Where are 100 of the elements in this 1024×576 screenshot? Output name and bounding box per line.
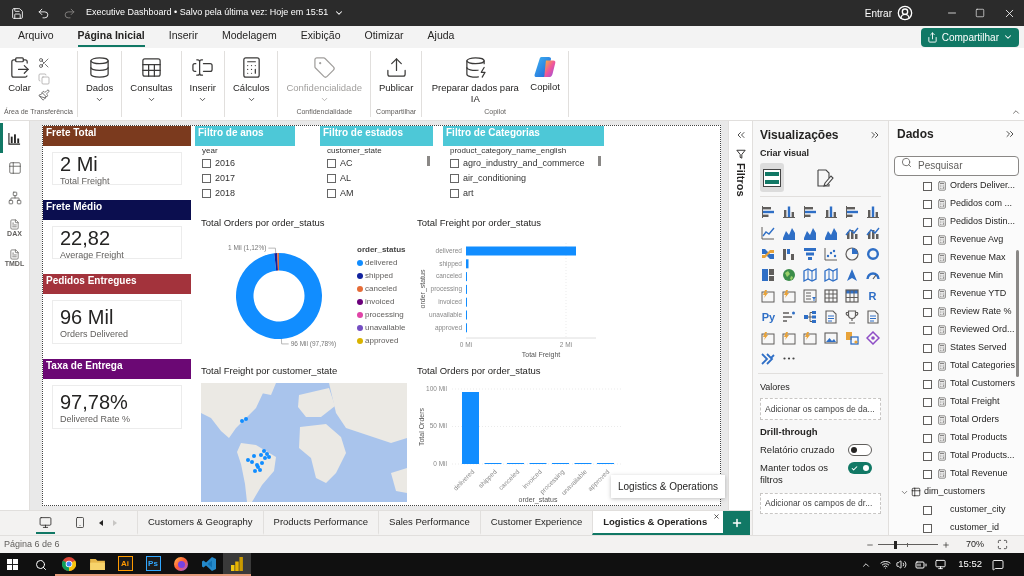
checkbox[interactable]: [923, 433, 932, 443]
column-chart-icon[interactable]: [782, 204, 797, 219]
ribbon-tab[interactable]: Exibição: [300, 27, 341, 47]
ribbon-tab[interactable]: Arquivo: [18, 27, 54, 47]
document-icon[interactable]: [865, 309, 880, 324]
slicer-item-label[interactable]: art: [463, 186, 474, 201]
clock-time[interactable]: 15:52: [958, 557, 982, 572]
checkbox[interactable]: [450, 189, 459, 198]
filters-pane-title[interactable]: Filtros: [732, 163, 749, 197]
column-chart-icon[interactable]: [823, 204, 838, 219]
treemap-icon[interactable]: [761, 267, 776, 282]
checkbox[interactable]: [202, 174, 211, 183]
field-name[interactable]: Total Freight: [950, 395, 1000, 409]
slicer-item-label[interactable]: AL: [340, 171, 351, 186]
more-icon[interactable]: [783, 357, 796, 360]
redo-icon[interactable]: [63, 6, 76, 20]
chevrons-icon[interactable]: [761, 351, 776, 366]
checkbox[interactable]: [923, 181, 932, 191]
hierarchy-icon[interactable]: [803, 309, 818, 324]
list-filter-icon[interactable]: [803, 288, 818, 303]
checkbox[interactable]: [923, 505, 932, 515]
checkbox[interactable]: [923, 469, 932, 479]
slider-thumb[interactable]: [894, 540, 898, 549]
ribbon-command-button[interactable]: Copilot: [526, 56, 564, 92]
scissors-icon[interactable]: [38, 57, 50, 69]
visual-mode-tab[interactable]: [760, 163, 784, 192]
checkbox[interactable]: [923, 523, 932, 533]
script-visual-button[interactable]: R: [868, 288, 877, 303]
globe-icon[interactable]: [782, 267, 797, 282]
search-field[interactable]: Pesquisar: [894, 155, 1019, 176]
field-name[interactable]: customer_id: [950, 521, 1000, 535]
pie-chart-icon[interactable]: [844, 246, 859, 261]
ribbon-command-button[interactable]: Cálculos: [229, 56, 274, 104]
puzzle-tile-icon[interactable]: [844, 330, 859, 345]
column-chart-icon[interactable]: [865, 204, 880, 219]
checkbox[interactable]: [923, 325, 932, 335]
ribbon-command-button[interactable]: Dados: [81, 56, 118, 104]
sign-in-link[interactable]: Entrar: [864, 5, 892, 21]
slicer-item-label[interactable]: air_conditioning: [463, 171, 527, 186]
close-icon[interactable]: [713, 513, 721, 520]
checkbox[interactable]: [450, 174, 459, 183]
scatter-chart-icon[interactable]: [823, 246, 838, 261]
map-icon[interactable]: [823, 267, 838, 282]
table-name[interactable]: dim_customers: [924, 485, 986, 499]
matrix-icon[interactable]: [844, 288, 859, 303]
ribbon-command-button[interactable]: Preparar dados para IA: [426, 56, 525, 104]
checkbox[interactable]: [327, 159, 336, 168]
checkbox[interactable]: [923, 451, 932, 461]
slicer-item-label[interactable]: agro_industry_and_commerce: [463, 156, 585, 171]
toggle-switch[interactable]: [848, 444, 872, 456]
ribbon-command-button[interactable]: Inserir: [185, 56, 220, 104]
taskbar-app-button[interactable]: Ps: [139, 553, 167, 576]
slicer-item-label[interactable]: 2017: [215, 171, 236, 186]
checkbox[interactable]: [923, 217, 932, 227]
ribbon-tab[interactable]: Otimizar: [364, 27, 404, 47]
field-name[interactable]: Revenue Max: [950, 251, 1006, 265]
field-name[interactable]: Pedidos com ...: [950, 197, 1013, 211]
field-name[interactable]: Orders Deliver...: [950, 179, 1016, 193]
monitor-icon[interactable]: [935, 559, 947, 570]
field-name[interactable]: Total Products...: [950, 449, 1015, 463]
checkbox[interactable]: [923, 307, 932, 317]
checkbox[interactable]: [923, 253, 932, 263]
checkbox[interactable]: [923, 379, 932, 389]
field-name[interactable]: Revenue YTD: [950, 287, 1007, 301]
undo-icon[interactable]: [37, 6, 50, 20]
map-icon[interactable]: [803, 267, 818, 282]
field-name[interactable]: Revenue Min: [950, 269, 1004, 283]
chevrons-right-icon[interactable]: [1004, 128, 1016, 140]
bar-chart-icon[interactable]: [761, 204, 776, 219]
checkbox[interactable]: [923, 415, 932, 425]
checkbox[interactable]: [923, 271, 932, 281]
line-chart-icon[interactable]: [761, 225, 776, 240]
caret-icon[interactable]: [334, 8, 345, 18]
checkbox[interactable]: [202, 189, 211, 198]
field-name[interactable]: Revenue Avg: [950, 233, 1004, 247]
slicer-item-label[interactable]: 2018: [215, 186, 236, 201]
influence-bars-icon[interactable]: [782, 309, 797, 324]
bar-chart-icon[interactable]: [803, 204, 818, 219]
windows-logo-icon[interactable]: [7, 559, 18, 570]
search-icon[interactable]: [35, 558, 47, 571]
trophy-icon[interactable]: [844, 309, 859, 324]
combo-chart-icon[interactable]: [865, 225, 880, 240]
checkbox[interactable]: [202, 159, 211, 168]
taskbar-app-button[interactable]: [223, 553, 251, 576]
navigation-arrow-icon[interactable]: [844, 267, 859, 282]
chevrons-right-icon[interactable]: [869, 129, 881, 141]
combo-chart-icon[interactable]: [844, 225, 859, 240]
previous-arrow-icon[interactable]: [99, 520, 103, 526]
field-name[interactable]: Reviewed Ord...: [950, 323, 1015, 337]
field-name[interactable]: Total Products: [950, 431, 1008, 445]
page-tab[interactable]: Logistics & Operations: [592, 511, 724, 535]
ribbon-tab[interactable]: Inserir: [168, 27, 198, 47]
image-icon[interactable]: [823, 330, 838, 345]
ribbon-chart-icon[interactable]: [761, 246, 776, 261]
table-icon[interactable]: [823, 288, 838, 303]
checkbox[interactable]: [923, 289, 932, 299]
avatar-icon[interactable]: [897, 5, 913, 21]
battery-icon[interactable]: [915, 558, 928, 571]
ribbon-command-button[interactable]: Publicar: [374, 56, 418, 93]
donut-chart-icon[interactable]: [865, 246, 880, 261]
